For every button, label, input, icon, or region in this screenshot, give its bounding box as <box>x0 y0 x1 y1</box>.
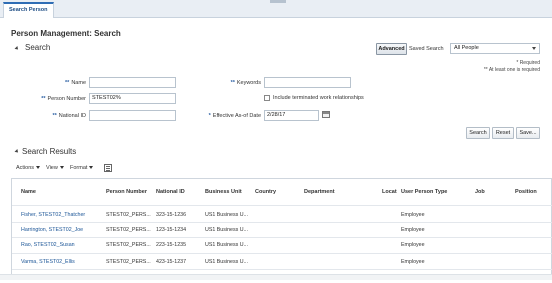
save-button[interactable]: Save... <box>516 127 540 139</box>
column-header-user-person-type[interactable]: User Person Type <box>401 189 447 195</box>
collapse-results-icon[interactable] <box>14 149 20 154</box>
header-divider <box>12 205 552 206</box>
row-divider <box>12 222 552 223</box>
row-national-id: 123-15-1234 <box>156 227 187 233</box>
include-terminated-checkbox[interactable] <box>264 95 270 101</box>
national-id-label: ** National ID <box>52 113 87 119</box>
keywords-label: ** Keywords <box>230 80 261 86</box>
column-header-country[interactable]: Country <box>255 189 276 195</box>
saved-search-select[interactable]: All People <box>450 43 540 54</box>
tab-bar-handle[interactable] <box>270 0 286 3</box>
row-national-id: 323-15-1236 <box>156 212 187 218</box>
row-name-link[interactable]: Harrington, STEST02_Joe <box>21 227 83 233</box>
page-title: Person Management: Search <box>11 29 121 38</box>
column-header-department[interactable]: Department <box>304 189 335 195</box>
chevron-down-icon <box>89 166 94 170</box>
chevron-down-icon <box>532 47 536 50</box>
required-marker: ** <box>41 96 46 102</box>
column-header-business-unit[interactable]: Business Unit <box>205 189 242 195</box>
required-marker: ** <box>52 113 57 119</box>
tab-search-person[interactable]: Search Person <box>3 2 54 18</box>
chevron-down-icon <box>36 166 41 170</box>
calendar-icon[interactable] <box>322 111 330 118</box>
row-divider <box>12 237 552 238</box>
effective-date-label: * Effective As-of Date <box>208 113 261 119</box>
name-input[interactable] <box>89 77 176 88</box>
saved-search-label: Saved Search <box>409 46 444 52</box>
national-id-input[interactable] <box>89 110 176 121</box>
row-person-number: STEST02_PERS... <box>106 259 151 265</box>
row-divider <box>12 269 552 270</box>
at-least-one-note: ** At least one is required <box>483 67 540 73</box>
search-button[interactable]: Search <box>466 127 490 139</box>
required-note: * Required <box>516 60 540 66</box>
row-person-number: STEST02_PERS... <box>106 212 151 218</box>
row-name-link[interactable]: Rao, STEST02_Susan <box>21 242 75 248</box>
actions-menu[interactable]: Actions <box>16 165 41 171</box>
row-user-person-type: Employee <box>401 227 425 233</box>
horizontal-scrollbar[interactable] <box>0 274 552 280</box>
row-national-id: 223-15-1235 <box>156 242 187 248</box>
required-marker: ** <box>230 80 235 86</box>
person-number-label: ** Person Number <box>41 96 86 102</box>
effective-date-input[interactable]: 2/28/17 <box>264 110 319 121</box>
results-section-title: Search Results <box>22 147 77 156</box>
advanced-button[interactable]: Advanced <box>376 43 407 55</box>
collapse-search-icon[interactable] <box>14 46 20 51</box>
row-business-unit: US1 Business U... <box>205 242 248 248</box>
row-business-unit: US1 Business U... <box>205 212 248 218</box>
row-national-id: 423-15-1237 <box>156 259 187 265</box>
chevron-down-icon <box>59 166 64 170</box>
row-user-person-type: Employee <box>401 242 425 248</box>
row-person-number: STEST02_PERS... <box>106 227 151 233</box>
include-terminated-label: Include terminated work relationships <box>273 95 364 101</box>
row-user-person-type: Employee <box>401 259 425 265</box>
column-header-position[interactable]: Position <box>515 189 537 195</box>
name-label: ** Name <box>65 80 86 86</box>
row-name-link[interactable]: Varma, STEST02_Ellis <box>21 259 75 265</box>
reset-button[interactable]: Reset <box>492 127 514 139</box>
column-header-location[interactable]: Locat <box>382 189 397 195</box>
row-business-unit: US1 Business U... <box>205 259 248 265</box>
keywords-input[interactable] <box>264 77 351 88</box>
column-header-name[interactable]: Name <box>21 189 36 195</box>
column-header-national-id[interactable]: National ID <box>156 189 185 195</box>
format-menu[interactable]: Format <box>70 165 94 171</box>
detach-icon[interactable] <box>104 164 112 172</box>
tab-bar: Search Person <box>0 0 552 18</box>
row-user-person-type: Employee <box>401 212 425 218</box>
required-marker: * <box>208 113 211 119</box>
search-section-title: Search <box>25 43 51 52</box>
row-divider <box>12 253 552 254</box>
row-name-link[interactable]: Fisher, STEST02_Thatcher <box>21 212 85 218</box>
column-header-job[interactable]: Job <box>475 189 485 195</box>
saved-search-value: All People <box>454 45 479 51</box>
required-marker: ** <box>65 80 70 86</box>
row-person-number: STEST02_PERS... <box>106 242 151 248</box>
row-business-unit: US1 Business U... <box>205 227 248 233</box>
view-menu[interactable]: View <box>46 165 64 171</box>
column-header-person-number[interactable]: Person Number <box>106 189 147 195</box>
results-table: Name Person Number National ID Business … <box>11 178 552 276</box>
person-number-input[interactable]: STEST02% <box>89 93 176 104</box>
